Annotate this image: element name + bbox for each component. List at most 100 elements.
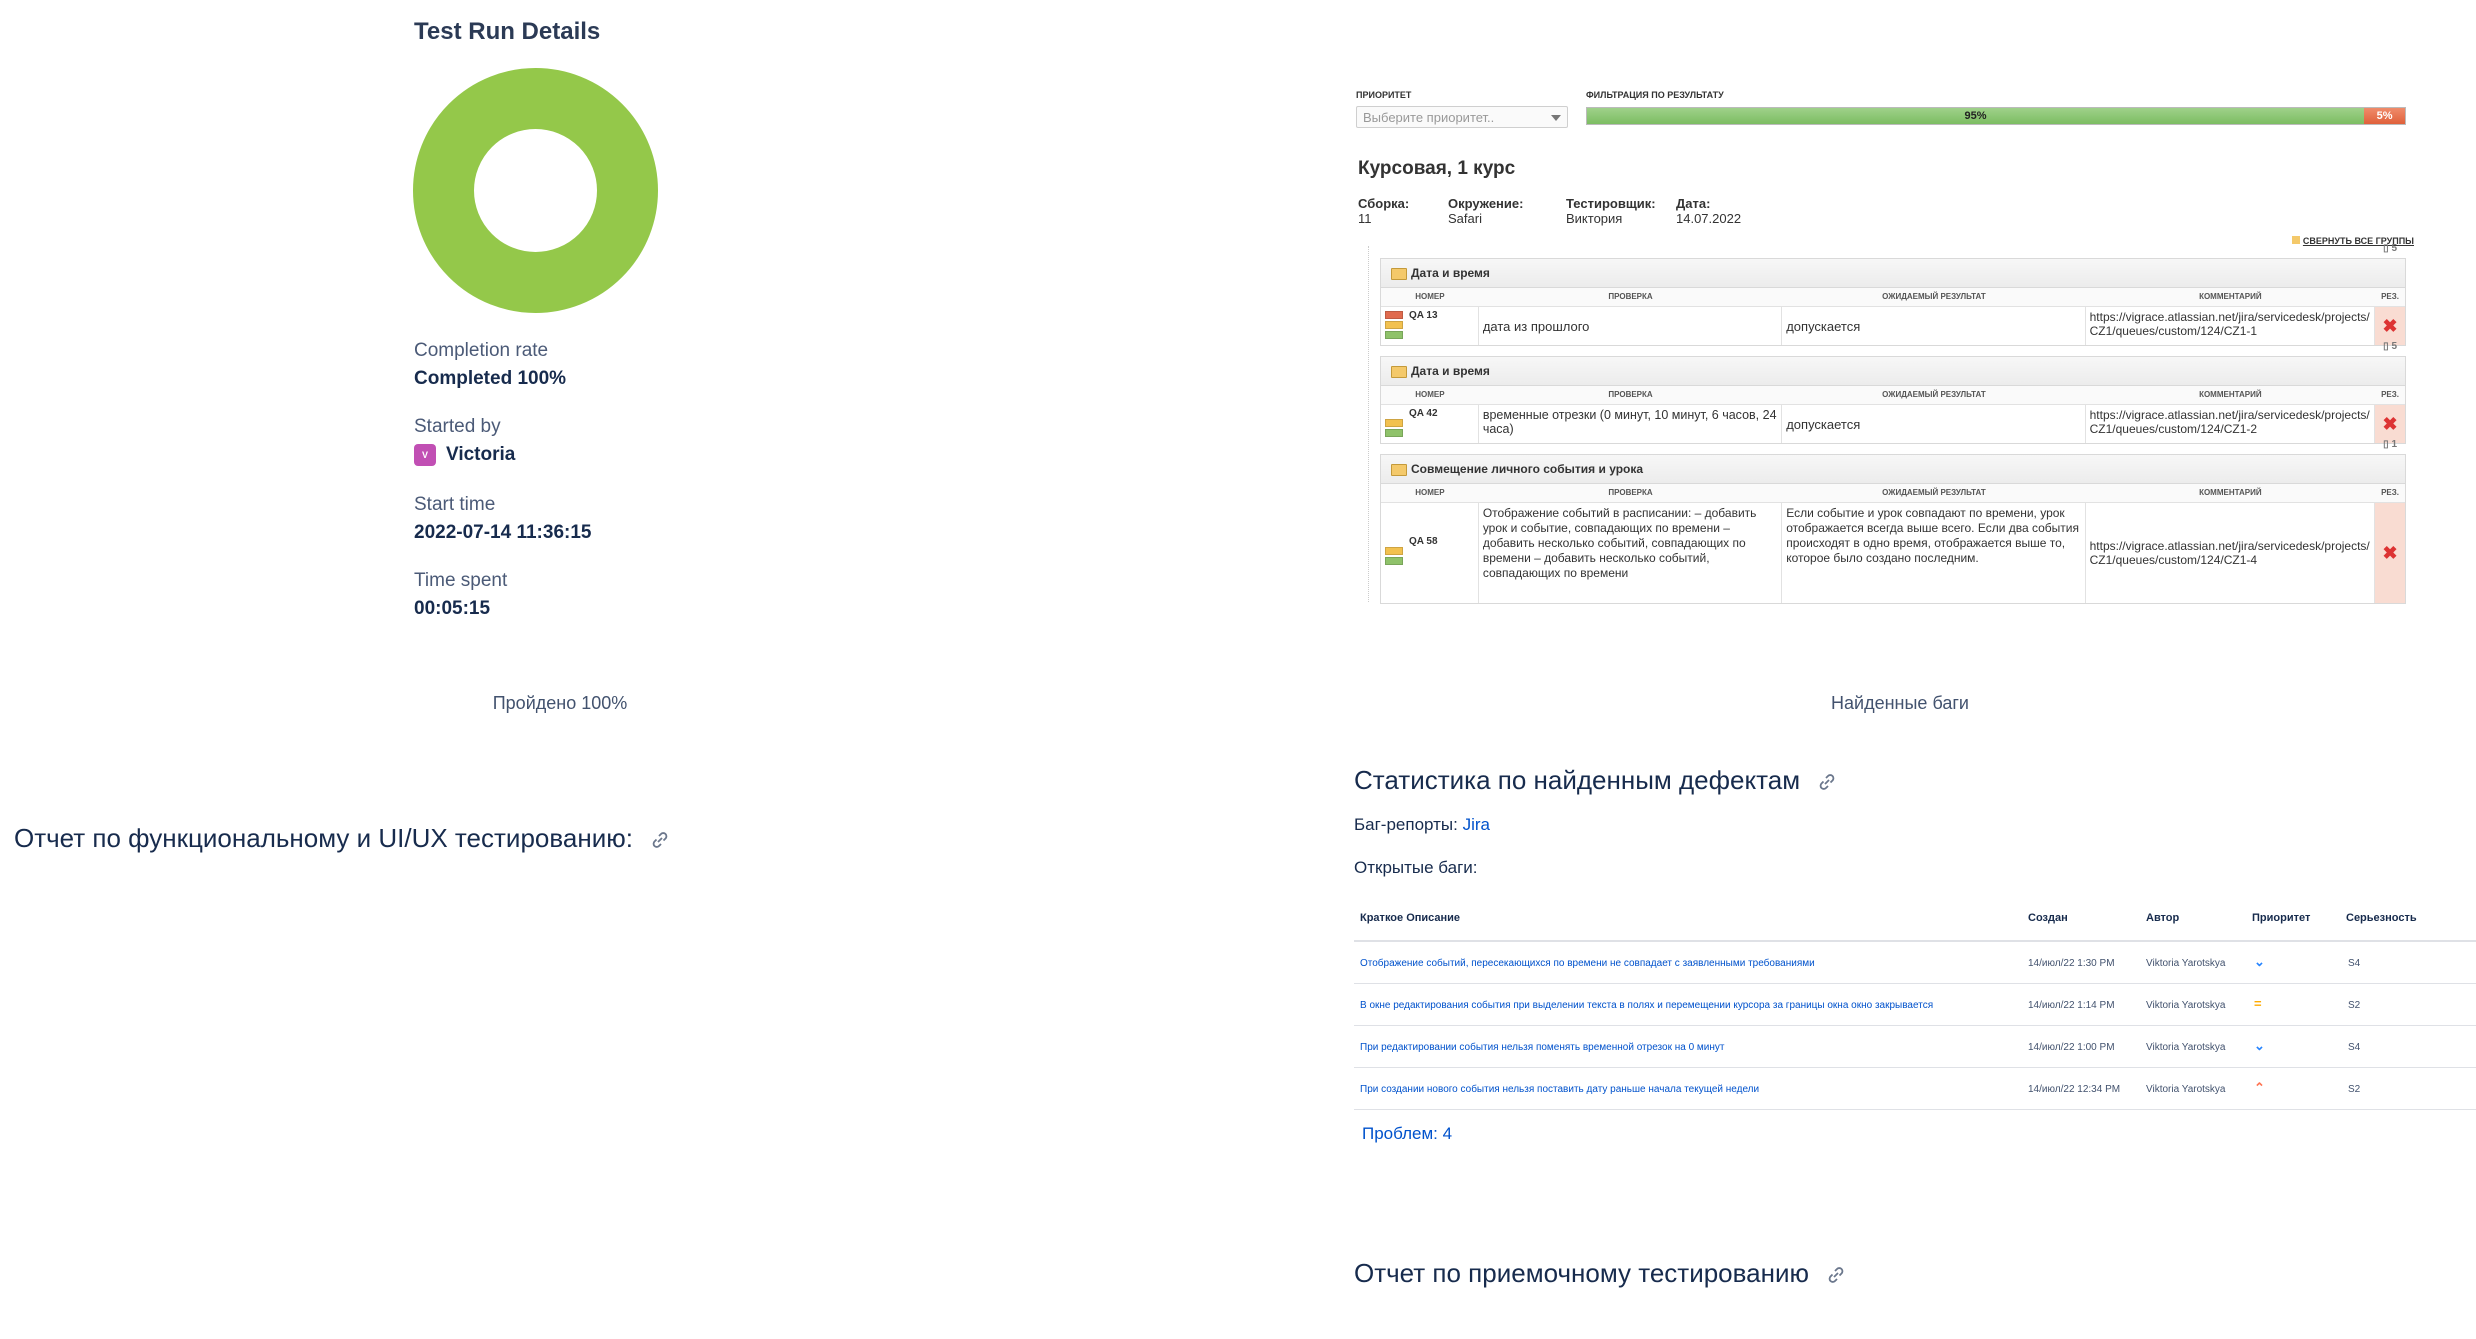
col-number: НОМЕР [1415, 390, 1445, 399]
col-expected: ОЖИДАЕМЫЙ РЕЗУЛЬТАТ [1882, 292, 1986, 301]
test-row[interactable]: QA 58 Отображение событий в расписании: … [1381, 503, 2405, 603]
col-author[interactable]: Автор [2146, 912, 2179, 924]
issues-count-link[interactable]: Проблем: 4 [1362, 1124, 1452, 1144]
time-spent-value: 00:05:15 [414, 598, 491, 619]
col-summary[interactable]: Краткое Описание [1360, 912, 1460, 924]
test-comment: https://vigrace.atlassian.net/jira/servi… [2086, 307, 2376, 345]
chevron-down-icon: ⌄ [2254, 954, 2265, 969]
issue-summary-link[interactable]: При создании нового события нельзя поста… [1360, 1084, 1759, 1095]
meta-build: Сборка: 11 [1358, 196, 1409, 226]
issue-author: Viktoria Yarotskya [2146, 1042, 2226, 1053]
col-comment: КОММЕНТАРИЙ [2199, 488, 2262, 497]
link-icon[interactable] [1817, 772, 1837, 792]
test-row[interactable]: QA 42 временные отрезки (0 минут, 10 мин… [1381, 405, 2405, 443]
table-row[interactable]: В окне редактирования события при выделе… [1354, 984, 2476, 1026]
issue-created: 14/июл/22 1:00 PM [2028, 1042, 2115, 1053]
col-expected: ОЖИДАЕМЫЙ РЕЗУЛЬТАТ [1882, 488, 1986, 497]
test-id: QA 13 [1409, 310, 1438, 321]
test-expected: допускается [1782, 307, 2086, 345]
group-name: Дата и время [1411, 364, 1490, 378]
group-count: ▯ 1 [2383, 439, 2397, 450]
issue-summary-link[interactable]: При редактировании события нельзя поменя… [1360, 1042, 1725, 1053]
meta-date-label: Дата: [1676, 196, 1711, 211]
defects-heading: Статистика по найденным дефектам [1354, 765, 1837, 796]
priority-stack-icon [1385, 419, 1403, 439]
issue-severity: S2 [2348, 1000, 2361, 1011]
group-header[interactable]: Дата и время ▯ 5 [1381, 243, 2405, 288]
group-header[interactable]: Совмещение личного события и урока ▯ 1 [1381, 439, 2405, 484]
test-check: дата из прошлого [1479, 307, 1783, 345]
issue-severity: S4 [2348, 1042, 2361, 1053]
group-column-header: НОМЕР ПРОВЕРКА ОЖИДАЕМЫЙ РЕЗУЛЬТАТ КОММЕ… [1381, 288, 2405, 307]
col-expected: ОЖИДАЕМЫЙ РЕЗУЛЬТАТ [1882, 390, 1986, 399]
issue-summary-link[interactable]: Отображение событий, пересекающихся по в… [1360, 958, 1815, 969]
col-comment: КОММЕНТАРИЙ [2199, 292, 2262, 301]
testrail-run-screenshot: ПРИОРИТЕТ Выберите приоритет.. ФИЛЬТРАЦИ… [1354, 78, 2414, 604]
test-group: Дата и время ▯ 5 НОМЕР ПРОВЕРКА ОЖИДАЕМЫ… [1380, 341, 2406, 444]
test-group: Совмещение личного события и урока ▯ 1 Н… [1380, 439, 2406, 604]
issue-created: 14/июл/22 12:34 PM [2028, 1084, 2121, 1095]
completion-ring [413, 68, 658, 313]
tree-guide-line [1368, 246, 1370, 602]
col-result: РЕЗ. [2381, 390, 2399, 399]
failed-segment[interactable]: 5% [2364, 108, 2405, 124]
equals-icon: = [2254, 996, 2262, 1011]
issue-severity: S2 [2348, 1084, 2361, 1095]
result-filter-label: ФИЛЬТРАЦИЯ ПО РЕЗУЛЬТАТУ [1586, 90, 1724, 100]
test-row[interactable]: QA 13 дата из прошлого допускается https… [1381, 307, 2405, 345]
col-created[interactable]: Создан [2028, 912, 2068, 924]
folder-icon [2291, 236, 2300, 244]
result-filter-bar[interactable]: 95% 5% [1586, 107, 2406, 125]
test-check: временные отрезки (0 минут, 10 минут, 6 … [1479, 405, 1783, 443]
test-group: Дата и время ▯ 5 НОМЕР ПРОВЕРКА ОЖИДАЕМЫ… [1380, 243, 2406, 346]
issue-severity: S4 [2348, 958, 2361, 969]
chevron-down-icon: ⌄ [2254, 1038, 2265, 1053]
result-cell: ✖ [2375, 405, 2405, 443]
priority-stack-icon [1385, 547, 1403, 567]
group-count: ▯ 5 [2383, 243, 2397, 254]
folder-icon [1391, 268, 1407, 280]
link-icon[interactable] [1826, 1265, 1846, 1285]
meta-environment-value: Safari [1448, 211, 1482, 226]
started-by-name: Victoria [446, 444, 516, 466]
meta-date: Дата: 14.07.2022 [1676, 196, 1741, 226]
test-id: QA 58 [1409, 536, 1438, 547]
group-header[interactable]: Дата и время ▯ 5 [1381, 341, 2405, 386]
jira-link[interactable]: Jira [1463, 815, 1490, 834]
test-id-cell: QA 42 [1381, 405, 1479, 443]
completion-rate-value: Completed 100% [414, 368, 567, 389]
table-row[interactable]: При редактировании события нельзя поменя… [1354, 1026, 2476, 1068]
bug-reports-line: Баг-репорты: Jira [1354, 815, 1490, 835]
group-column-header: НОМЕР ПРОВЕРКА ОЖИДАЕМЫЙ РЕЗУЛЬТАТ КОММЕ… [1381, 484, 2405, 503]
x-icon: ✖ [2382, 542, 2398, 563]
open-bugs-label: Открытые баги: [1354, 858, 1478, 877]
col-severity[interactable]: Серьезность [2346, 912, 2417, 924]
chevron-up-icon: ⌃ [2254, 1080, 2265, 1095]
defects-heading-title: Статистика по найденным дефектам [1354, 765, 1801, 795]
meta-tester: Тестировщик: Виктория [1566, 196, 1656, 226]
priority-filter-label: ПРИОРИТЕТ [1356, 90, 1412, 100]
chevron-down-icon [1551, 115, 1561, 121]
table-row[interactable]: Отображение событий, пересекающихся по в… [1354, 942, 2476, 984]
test-expected: допускается [1782, 405, 2086, 443]
table-row[interactable]: При создании нового события нельзя поста… [1354, 1068, 2476, 1110]
test-comment: https://vigrace.atlassian.net/jira/servi… [2086, 405, 2376, 443]
col-check: ПРОВЕРКА [1608, 390, 1653, 399]
meta-tester-label: Тестировщик: [1566, 196, 1656, 211]
priority-select-placeholder: Выберите приоритет.. [1363, 110, 1495, 125]
issue-author: Viktoria Yarotskya [2146, 958, 2226, 969]
col-check: ПРОВЕРКА [1608, 292, 1653, 301]
completion-donut-chart [413, 68, 658, 313]
start-time-label: Start time [414, 494, 496, 515]
link-icon[interactable] [650, 830, 670, 850]
passed-segment[interactable]: 95% [1587, 108, 2365, 124]
started-by-value: V Victoria [414, 444, 515, 466]
issue-author: Viktoria Yarotskya [2146, 1084, 2226, 1095]
group-name: Совмещение личного события и урока [1411, 462, 1644, 476]
meta-date-value: 14.07.2022 [1676, 211, 1742, 226]
priority-select[interactable]: Выберите приоритет.. [1356, 106, 1568, 128]
meta-tester-value: Виктория [1566, 211, 1623, 226]
col-priority[interactable]: Приоритет [2252, 912, 2310, 924]
group-column-header: НОМЕР ПРОВЕРКА ОЖИДАЕМЫЙ РЕЗУЛЬТАТ КОММЕ… [1381, 386, 2405, 405]
issue-summary-link[interactable]: В окне редактирования события при выделе… [1360, 1000, 1933, 1011]
